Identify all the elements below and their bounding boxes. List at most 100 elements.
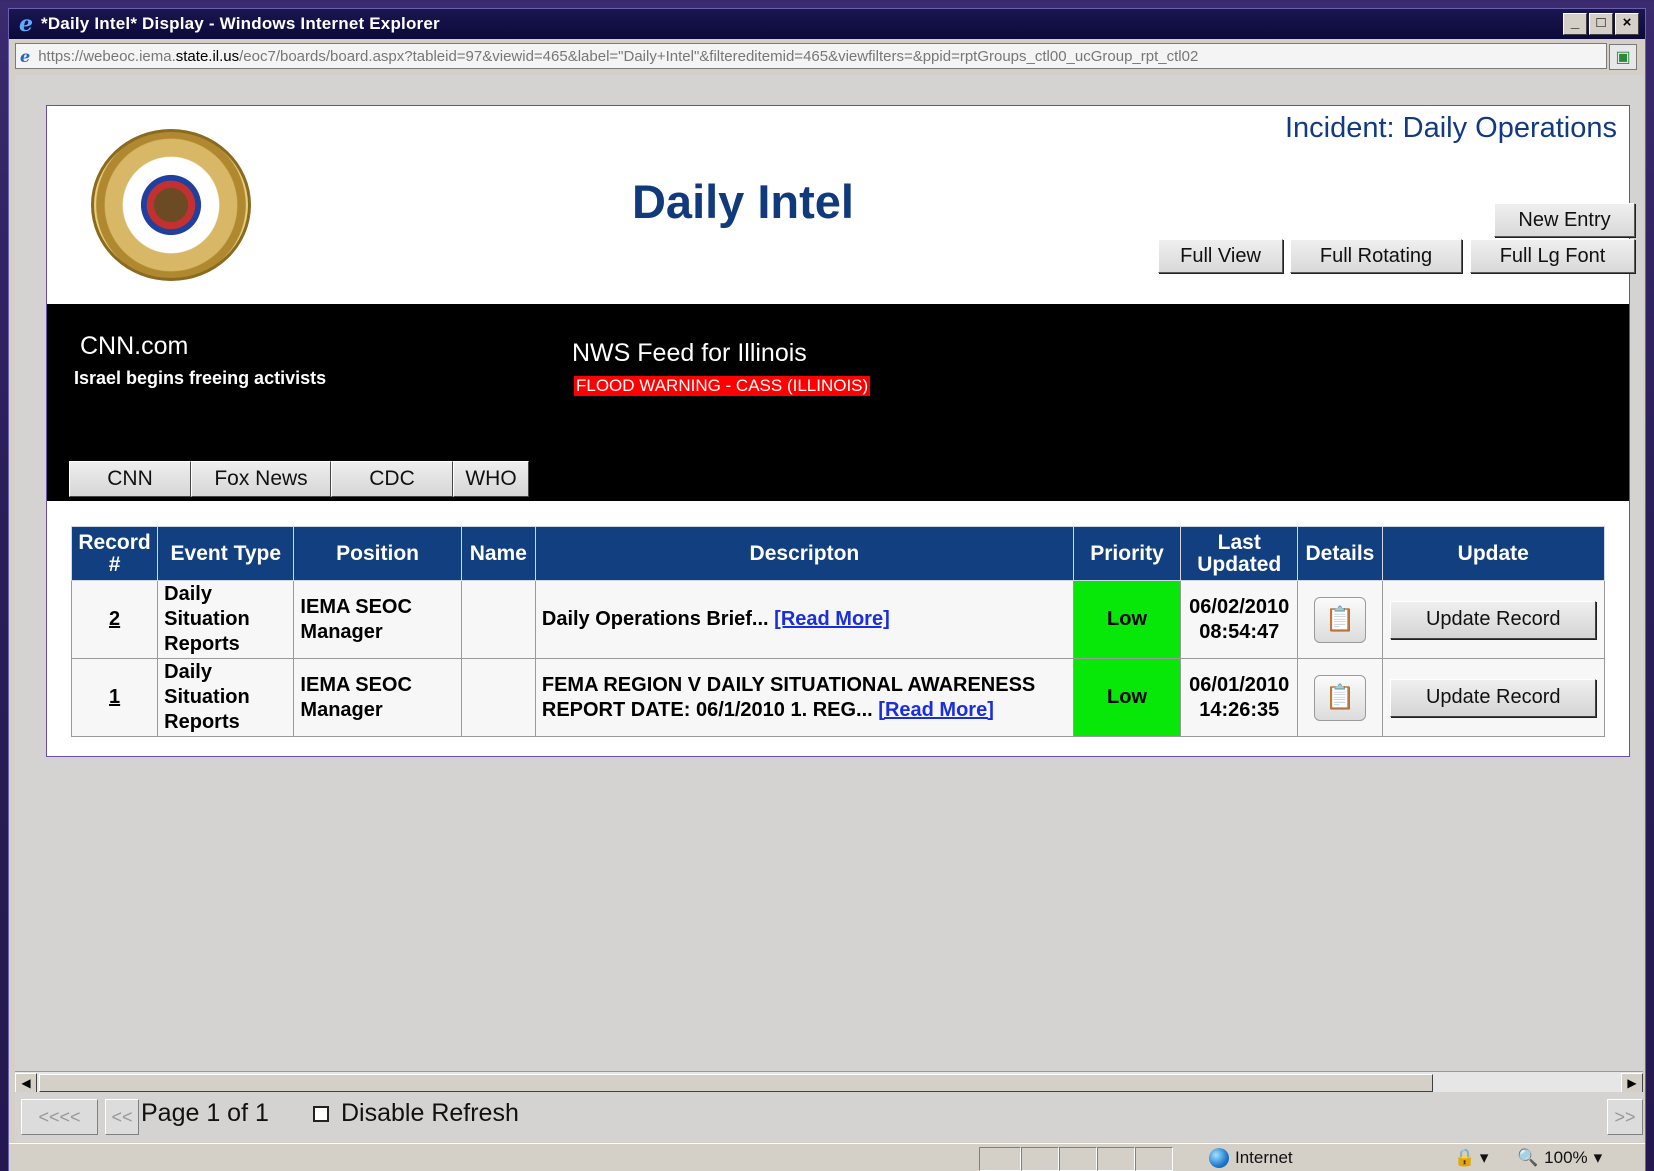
column-header[interactable]: Priority (1072, 526, 1182, 581)
column-header: Details (1297, 526, 1383, 581)
first-page-button[interactable]: <<<< (21, 1099, 98, 1135)
globe-icon (1209, 1148, 1229, 1168)
update-cell: Update Record (1381, 580, 1605, 659)
browser-window: e *Daily Intel* Display - Windows Intern… (8, 8, 1646, 1171)
details-cell: 📋 (1297, 658, 1383, 737)
clipboard-icon[interactable]: 📋 (1313, 596, 1366, 643)
record-link[interactable]: 2 (109, 608, 120, 630)
cnn-headline[interactable]: Israel begins freeing activists (74, 368, 326, 389)
update-cell: Update Record (1381, 658, 1605, 737)
last-updated-cell: 06/02/2010 08:54:47 (1180, 580, 1299, 659)
name-cell (460, 580, 536, 659)
table-row: 1 Daily Situation Reports IEMA SEOC Mana… (70, 658, 1605, 737)
chevron-down-icon: ▾ (1593, 1148, 1603, 1167)
status-panel (1021, 1147, 1059, 1171)
status-panel (1135, 1147, 1173, 1171)
column-header[interactable]: Record # (70, 526, 159, 581)
status-bar: Internet 🔒 ▾ 🔍 100% ▾ (9, 1143, 1645, 1171)
column-header[interactable]: Last Updated (1180, 526, 1299, 581)
status-panel (979, 1147, 1021, 1171)
tab-who[interactable]: WHO (453, 461, 529, 497)
last-updated-time: 14:26:35 (1199, 698, 1280, 721)
page-title: Daily Intel (631, 175, 854, 228)
column-header[interactable]: Descripton (534, 526, 1074, 581)
zoom-icon: 🔍 (1517, 1148, 1539, 1167)
paging-bar: <<<< << Page 1 of 1 Disable Refresh >> (15, 1092, 1643, 1142)
minimize-button[interactable]: _ (1563, 13, 1587, 35)
record-cell: 1 (70, 658, 159, 737)
last-updated-date: 06/02/2010 (1189, 595, 1290, 618)
description-cell: FEMA REGION V DAILY SITUATIONAL AWARENES… (534, 658, 1074, 737)
zone-label: Internet (1235, 1148, 1293, 1167)
maximize-button[interactable]: □ (1589, 13, 1613, 35)
title-bar: e *Daily Intel* Display - Windows Intern… (9, 9, 1645, 39)
position-cell: IEMA SEOC Manager (293, 658, 462, 737)
horizontal-scrollbar[interactable]: ◀ ▶ (15, 1071, 1643, 1093)
column-header[interactable]: Name (460, 526, 536, 581)
last-updated-time: 08:54:47 (1199, 620, 1280, 643)
disable-refresh-checkbox[interactable] (313, 1106, 329, 1122)
scrollbar-thumb[interactable] (39, 1074, 1433, 1092)
status-panel (1059, 1147, 1097, 1171)
scroll-left-arrow-icon[interactable]: ◀ (15, 1073, 37, 1093)
close-button[interactable]: × (1615, 13, 1639, 35)
record-cell: 2 (70, 580, 159, 659)
column-header: Update (1381, 526, 1605, 581)
incident-label: Incident: Daily Operations (1284, 112, 1617, 144)
address-bar: e https://webeoc.iema.state.il.us/eoc7/b… (9, 39, 1645, 73)
disable-refresh-label: Disable Refresh (341, 1099, 519, 1127)
nws-source-label: NWS Feed for Illinois (572, 339, 807, 367)
tab-cnn[interactable]: CNN (69, 461, 191, 497)
compatibility-view-icon[interactable]: ▣ (1609, 44, 1637, 70)
column-header[interactable]: Event Type (157, 526, 295, 581)
window-title: *Daily Intel* Display - Windows Internet… (41, 14, 440, 33)
full-view-button[interactable]: Full View (1158, 239, 1283, 273)
page-viewport: Incident: Daily Operations Daily Intel N… (15, 75, 1643, 1093)
news-ticker: CNN.com Israel begins freeing activists … (47, 304, 1629, 501)
previous-page-button[interactable]: << (105, 1099, 139, 1135)
board-panel: Incident: Daily Operations Daily Intel N… (46, 105, 1635, 757)
description-cell: Daily Operations Brief... [Read More] (534, 580, 1074, 659)
name-cell (460, 658, 536, 737)
clipboard-icon[interactable]: 📋 (1313, 674, 1366, 721)
update-record-button[interactable]: Update Record (1390, 600, 1597, 639)
record-link[interactable]: 1 (109, 686, 120, 708)
read-more-link[interactable]: [Read More] (878, 699, 994, 721)
next-page-button[interactable]: >> (1607, 1099, 1643, 1135)
board-header: Incident: Daily Operations Daily Intel N… (47, 106, 1635, 304)
description-text: Daily Operations Brief... (541, 608, 769, 630)
last-updated-cell: 06/01/2010 14:26:35 (1180, 658, 1299, 737)
url-field[interactable]: e https://webeoc.iema.state.il.us/eoc7/b… (15, 43, 1607, 69)
url-domain: state.il.us (175, 47, 240, 65)
page-icon: e (20, 46, 31, 66)
window-controls: _ □ × (1563, 13, 1639, 35)
table-row: 2 Daily Situation Reports IEMA SEOC Mana… (70, 580, 1605, 659)
protected-mode-icon[interactable]: 🔒 ▾ (1454, 1148, 1488, 1168)
zoom-level: 100% (1544, 1148, 1588, 1167)
priority-cell: Low (1072, 658, 1182, 737)
zoom-control[interactable]: 🔍 100% ▾ (1517, 1148, 1602, 1168)
internet-explorer-icon: e (19, 11, 33, 37)
flood-warning-alert[interactable]: FLOOD WARNING - CASS (ILLINOIS) (574, 376, 871, 396)
tab-fox-news[interactable]: Fox News (191, 461, 331, 497)
priority-cell: Low (1072, 580, 1182, 659)
security-zone[interactable]: Internet (1209, 1148, 1293, 1168)
last-updated-date: 06/01/2010 (1189, 673, 1290, 696)
event-type-cell: Daily Situation Reports (157, 658, 295, 737)
column-header[interactable]: Position (293, 526, 462, 581)
url-text: https://webeoc.iema.state.il.us/eoc7/boa… (38, 47, 1199, 65)
event-type-cell: Daily Situation Reports (157, 580, 295, 659)
position-cell: IEMA SEOC Manager (293, 580, 462, 659)
scroll-right-arrow-icon[interactable]: ▶ (1621, 1073, 1643, 1093)
details-cell: 📋 (1297, 580, 1383, 659)
read-more-link[interactable]: [Read More] (774, 608, 890, 630)
status-panel (1097, 1147, 1135, 1171)
full-lg-font-button[interactable]: Full Lg Font (1470, 239, 1635, 273)
full-rotating-button[interactable]: Full Rotating (1290, 239, 1462, 273)
new-entry-button[interactable]: New Entry (1494, 203, 1635, 237)
records-table: Record # Event Type Position Name Descri… (70, 526, 1605, 737)
update-record-button[interactable]: Update Record (1390, 678, 1597, 717)
tab-cdc[interactable]: CDC (331, 461, 453, 497)
cnn-source-label: CNN.com (80, 332, 189, 360)
table-header-row: Record # Event Type Position Name Descri… (70, 526, 1605, 581)
